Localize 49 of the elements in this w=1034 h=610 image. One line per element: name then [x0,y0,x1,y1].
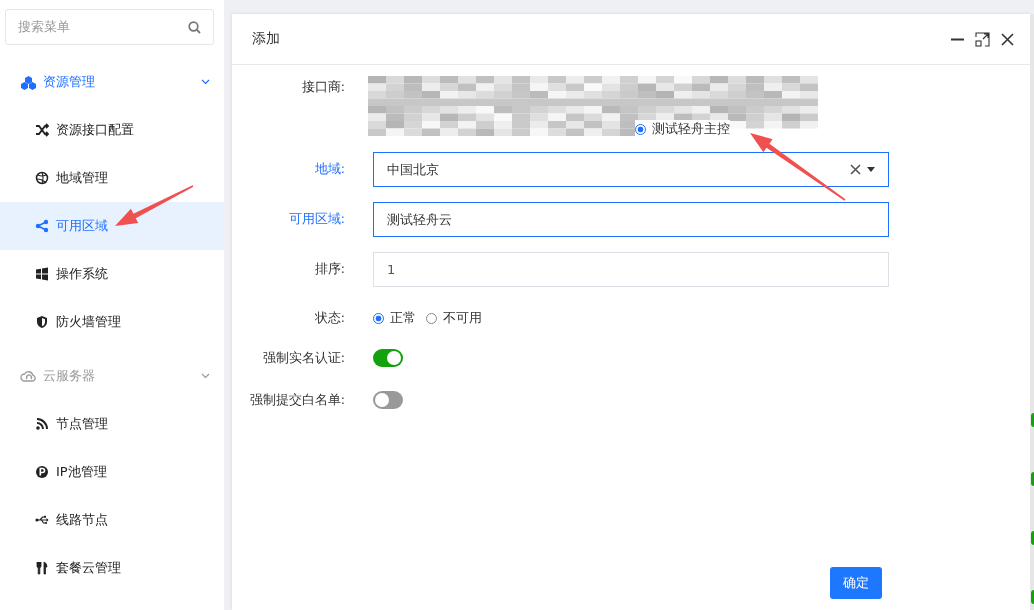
sidebar-item[interactable]: 地域管理 [0,154,224,202]
sidebar-item[interactable]: 资源接口配置 [0,106,224,154]
field-label: 强制提交白名单: [248,391,345,409]
maximize-icon[interactable] [975,31,990,47]
chevron-icon[interactable] [201,373,210,379]
sidebar-item[interactable]: 防火墙管理 [0,298,224,346]
sidebar-item[interactable]: 可用区域 [0,202,224,250]
confirm-button[interactable]: 确定 [830,567,882,599]
menu-item-icon [35,513,49,527]
dialog-title: 添加 [252,30,281,48]
menu-item-icon [35,561,49,575]
toggle-switch[interactable] [373,349,403,367]
cubes-icon [20,74,37,90]
close-icon[interactable] [1000,31,1015,47]
menu-group[interactable]: 资源管理 [0,58,224,106]
menu-item-icon [35,315,49,329]
field-label: 地域: [313,161,345,178]
menu-item-icon [35,219,49,233]
sidebar-item[interactable]: IP池管理 [0,448,224,496]
sidebar-item[interactable]: 线路节点 [0,496,224,544]
toggle-switch[interactable] [373,391,403,409]
text-field[interactable]: 测试轻舟云 [373,202,889,237]
cloud-icon [20,370,37,382]
clear-icon[interactable] [850,164,861,175]
radio-option[interactable]: 正常 [373,309,416,327]
menu-item-icon [35,171,49,185]
toggle-edge [1031,413,1034,427]
chevron-icon[interactable] [201,79,210,85]
toggle-edge [1031,531,1034,545]
radio-option[interactable]: 不可用 [426,309,482,327]
field-label: 可用区域: [287,211,345,228]
menu-item-icon [35,123,49,137]
menu-item-icon [35,465,49,479]
region-select[interactable]: 中国北京 [373,152,889,187]
sidebar-item[interactable]: 套餐云管理 [0,544,224,592]
sidebar-item[interactable]: 节点管理 [0,400,224,448]
field-label: 状态: [313,309,345,327]
field-label: 排序: [313,261,345,278]
caret-icon[interactable] [867,167,875,172]
text-field[interactable]: 1 [373,252,889,287]
sidebar-item[interactable]: 操作系统 [0,250,224,298]
toggle-edge [1031,590,1034,604]
menu-item-icon [35,267,49,281]
field-label: 接口商: [300,78,345,96]
menu-item-icon [35,417,49,431]
radio-option[interactable]: 测试轻舟主控 [635,120,730,138]
field-label: 强制实名认证: [261,349,345,367]
toggle-edge [1031,472,1034,486]
search-icon[interactable] [188,20,201,34]
